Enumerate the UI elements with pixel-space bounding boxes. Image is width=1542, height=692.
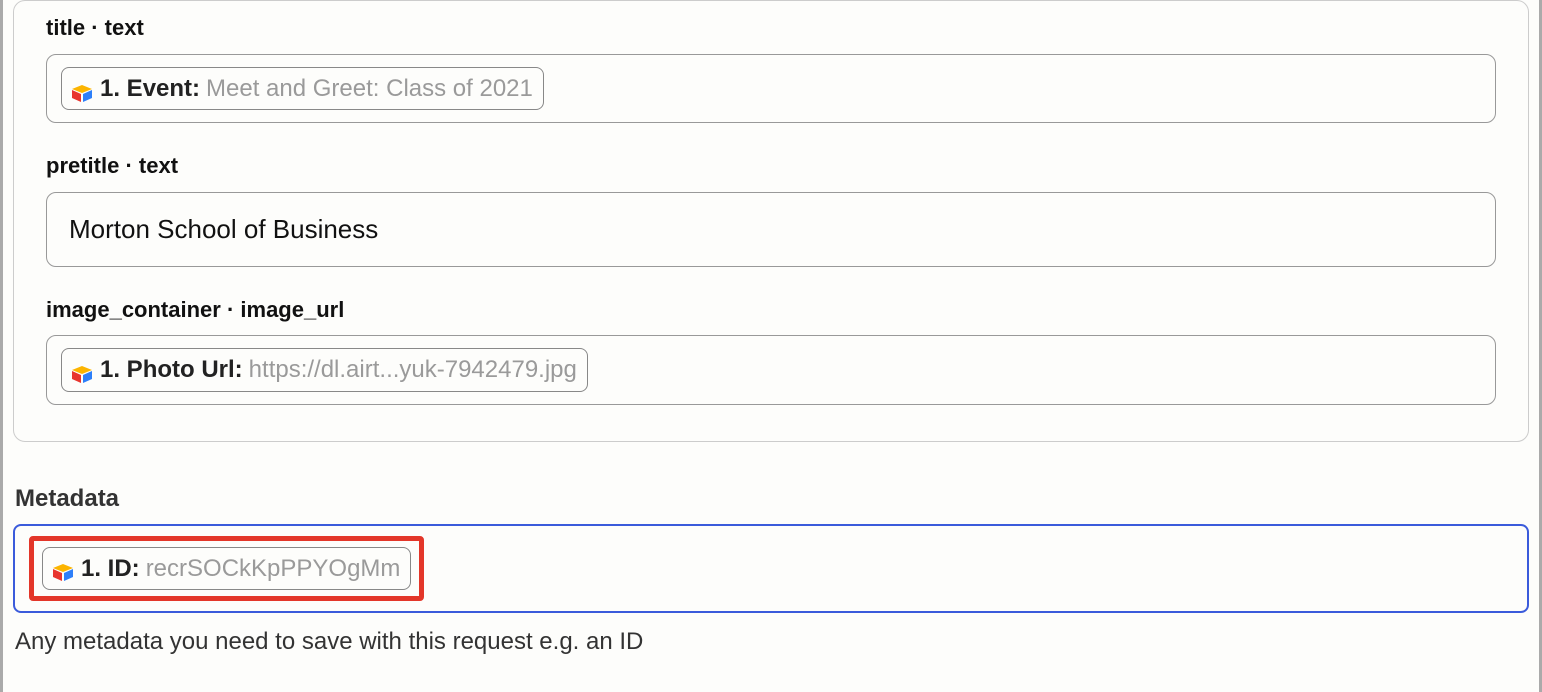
airtable-icon [51,558,75,578]
metadata-token[interactable]: 1. ID: recrSOCkKpPPYOgMm [42,547,411,591]
title-token[interactable]: 1. Event: Meet and Greet: Class of 2021 [61,67,544,111]
field-title-input[interactable]: 1. Event: Meet and Greet: Class of 2021 [46,54,1496,124]
field-title-label: title · text [46,13,1496,44]
field-image-container-label: image_container · image_url [46,295,1496,326]
metadata-input[interactable]: 1. ID: recrSOCkKpPPYOgMm [13,524,1529,614]
title-token-value: Meet and Greet: Class of 2021 [206,72,533,106]
metadata-token-prefix: 1. ID: [81,552,140,586]
field-pretitle-input[interactable]: Morton School of Business [46,192,1496,266]
metadata-highlight: 1. ID: recrSOCkKpPPYOgMm [29,536,424,602]
field-pretitle-label: pretitle · text [46,151,1496,182]
airtable-icon [70,79,94,99]
image-token-prefix: 1. Photo Url: [100,353,243,387]
metadata-section: Metadata 1. ID: recrSOCkKpPPYOgMm Any me… [13,482,1529,659]
image-token[interactable]: 1. Photo Url: https://dl.airt...yuk-7942… [61,348,588,392]
page-container: title · text 1. Event: Meet and Greet: C… [0,0,1542,692]
title-token-prefix: 1. Event: [100,72,200,106]
image-token-value: https://dl.airt...yuk-7942479.jpg [249,353,577,387]
pretitle-value: Morton School of Business [69,211,378,247]
field-pretitle: pretitle · text Morton School of Busines… [46,151,1496,266]
field-image-container: image_container · image_url 1. Photo Url… [46,295,1496,405]
metadata-help-text: Any metadata you need to save with this … [15,625,1529,659]
metadata-token-value: recrSOCkKpPPYOgMm [146,552,401,586]
metadata-heading: Metadata [15,482,1529,516]
fields-panel: title · text 1. Event: Meet and Greet: C… [13,0,1529,442]
airtable-icon [70,360,94,380]
field-image-container-input[interactable]: 1. Photo Url: https://dl.airt...yuk-7942… [46,335,1496,405]
field-title: title · text 1. Event: Meet and Greet: C… [46,13,1496,123]
